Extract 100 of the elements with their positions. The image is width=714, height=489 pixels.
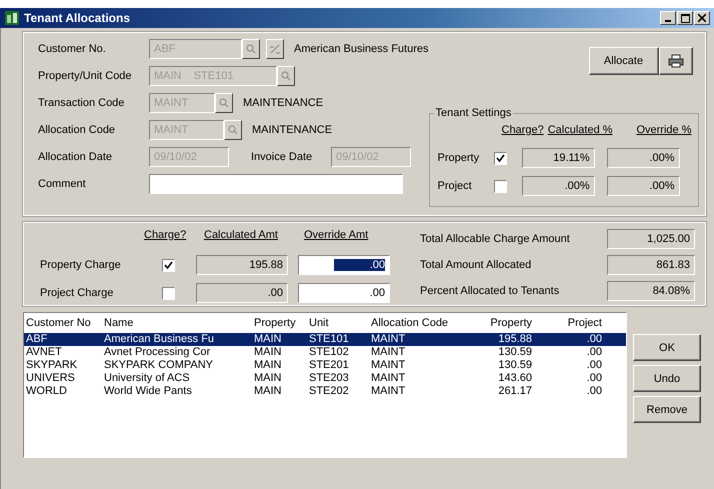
table-cell-text: STE201 bbox=[309, 359, 350, 372]
field-label: Invoice Date bbox=[251, 151, 314, 163]
edit-button[interactable] bbox=[266, 39, 284, 59]
search-icon bbox=[246, 44, 256, 54]
total-field: 84.08% bbox=[607, 281, 695, 301]
table-cell-text: MAIN bbox=[254, 359, 282, 372]
column-header[interactable]: Customer No bbox=[26, 317, 104, 329]
checkbox[interactable] bbox=[494, 180, 508, 192]
column-header: Calculated Amt bbox=[204, 229, 279, 243]
lookup-button[interactable] bbox=[277, 66, 295, 86]
list-row[interactable]: UNIVERS University of ACS MAIN STE203 MAINT 143.60 .00 bbox=[24, 372, 626, 385]
table-cell-text: American Business Fu bbox=[104, 333, 216, 346]
column-header[interactable]: Property bbox=[254, 317, 309, 329]
row-label: Property Charge bbox=[40, 259, 122, 271]
table-cell-text: 130.59 bbox=[497, 359, 533, 372]
table-cell-text: SKYPARK COMPANY bbox=[104, 359, 214, 372]
lookup-button[interactable] bbox=[242, 39, 260, 59]
comment-field[interactable] bbox=[149, 174, 403, 194]
dialog-button[interactable]: Undo bbox=[633, 365, 701, 392]
column-header[interactable]: Unit bbox=[309, 317, 371, 329]
window-title: Tenant Allocations bbox=[24, 11, 130, 25]
field-label: Customer No. bbox=[38, 43, 107, 55]
checkbox[interactable] bbox=[162, 286, 175, 300]
total-label: Total Amount Allocated bbox=[420, 259, 532, 271]
table-cell-text: ABF bbox=[26, 333, 48, 346]
printer-icon bbox=[668, 54, 684, 68]
list-row[interactable]: ABF American Business Fu MAIN STE101 MAINT 195.88 .00 bbox=[24, 333, 626, 346]
column-header: Charge? bbox=[144, 229, 188, 243]
lookup-button[interactable] bbox=[224, 120, 242, 140]
table-cell-text: MAINT bbox=[371, 359, 406, 372]
row-label: Property bbox=[438, 152, 480, 164]
list-row[interactable]: SKYPARK SKYPARK COMPANY MAIN STE201 MAINT 130.59 .00 bbox=[24, 359, 626, 372]
column-header: Charge? bbox=[502, 124, 545, 138]
table-cell-text: .00 bbox=[586, 372, 603, 385]
field-label: Transaction Code bbox=[38, 97, 126, 109]
search-icon bbox=[219, 98, 229, 108]
percent-field: .00% bbox=[522, 176, 595, 196]
table-cell-text: STE102 bbox=[309, 346, 350, 359]
table-cell-text: Avnet Processing Cor bbox=[104, 346, 212, 359]
table-cell-text: MAINT bbox=[371, 333, 406, 346]
table-cell-text: STE202 bbox=[309, 385, 350, 398]
checkbox[interactable] bbox=[162, 258, 175, 272]
column-header: Calculated % bbox=[548, 124, 614, 138]
table-cell-text: 130.59 bbox=[497, 346, 533, 359]
search-icon bbox=[281, 71, 291, 81]
row-label: Project Charge bbox=[40, 287, 114, 299]
column-header[interactable]: Property bbox=[476, 317, 536, 329]
list-row[interactable]: WORLD World Wide Pants MAIN STE202 MAINT 261.17 .00 bbox=[24, 385, 626, 398]
column-header[interactable]: Project bbox=[536, 317, 606, 329]
field-label: Property/Unit Code bbox=[38, 70, 133, 82]
table-cell-text: AVNET bbox=[26, 346, 63, 359]
table-cell-text: WORLD bbox=[26, 385, 68, 398]
table-cell-text: MAIN bbox=[254, 372, 282, 385]
table-cell-text: 143.60 bbox=[497, 372, 533, 385]
total-field: 861.83 bbox=[607, 255, 695, 275]
table-cell-text: .00 bbox=[586, 359, 603, 372]
amount-field: 195.88 bbox=[196, 255, 288, 275]
percent-field[interactable]: .00% bbox=[606, 148, 680, 168]
lookup-button[interactable] bbox=[215, 93, 233, 113]
table-cell-text: MAIN bbox=[254, 385, 282, 398]
table-cell-text: UNIVERS bbox=[26, 372, 76, 385]
close-button[interactable] bbox=[694, 11, 710, 25]
amount-input[interactable]: .00 bbox=[298, 255, 390, 275]
allocate-button[interactable]: Allocate bbox=[588, 47, 658, 75]
table-cell-text: 261.17 bbox=[497, 385, 533, 398]
maximize-icon bbox=[680, 14, 690, 22]
field-description: American Business Futures bbox=[294, 43, 428, 55]
field-description: MAINTENANCE bbox=[243, 97, 324, 109]
table-cell-text: .00 bbox=[586, 385, 603, 398]
close-icon bbox=[698, 14, 706, 22]
checkbox[interactable] bbox=[494, 152, 508, 164]
column-header[interactable]: Allocation Code bbox=[371, 317, 476, 329]
field-label: Allocation Code bbox=[38, 124, 116, 136]
percent-field[interactable]: .00% bbox=[606, 176, 680, 196]
search-icon bbox=[228, 125, 238, 135]
dialog-button[interactable]: OK bbox=[633, 334, 701, 361]
table-cell-text: SKYPARK bbox=[26, 359, 78, 372]
table-cell-text: MAINT bbox=[371, 372, 406, 385]
print-button[interactable] bbox=[658, 47, 692, 75]
table-cell-text: STE101 bbox=[309, 333, 350, 346]
group-title: Tenant Settings bbox=[434, 107, 514, 119]
app-icon bbox=[4, 10, 20, 26]
column-header: Override Amt bbox=[304, 229, 368, 243]
edit-icon bbox=[269, 43, 281, 55]
column-header[interactable]: Name bbox=[104, 317, 254, 329]
amount-input[interactable]: .00 bbox=[298, 283, 390, 303]
maximize-button[interactable] bbox=[677, 11, 693, 25]
total-label: Total Allocable Charge Amount bbox=[420, 233, 570, 245]
field-label: Allocation Date bbox=[38, 151, 113, 163]
table-cell-text: World Wide Pants bbox=[104, 385, 193, 398]
table-cell-text: University of ACS bbox=[104, 372, 191, 385]
dialog-button[interactable]: Remove bbox=[633, 396, 701, 423]
table-cell-text: .00 bbox=[586, 333, 603, 346]
percent-field: 19.11% bbox=[522, 148, 595, 168]
field-label: Comment bbox=[38, 178, 87, 190]
table-cell-text: STE203 bbox=[309, 372, 350, 385]
total-field: 1,025.00 bbox=[607, 229, 695, 249]
list-row[interactable]: AVNET Avnet Processing Cor MAIN STE102 MAINT 130.59 .00 bbox=[24, 346, 626, 359]
minimize-button[interactable] bbox=[660, 11, 676, 25]
amount-field: .00 bbox=[196, 283, 288, 303]
